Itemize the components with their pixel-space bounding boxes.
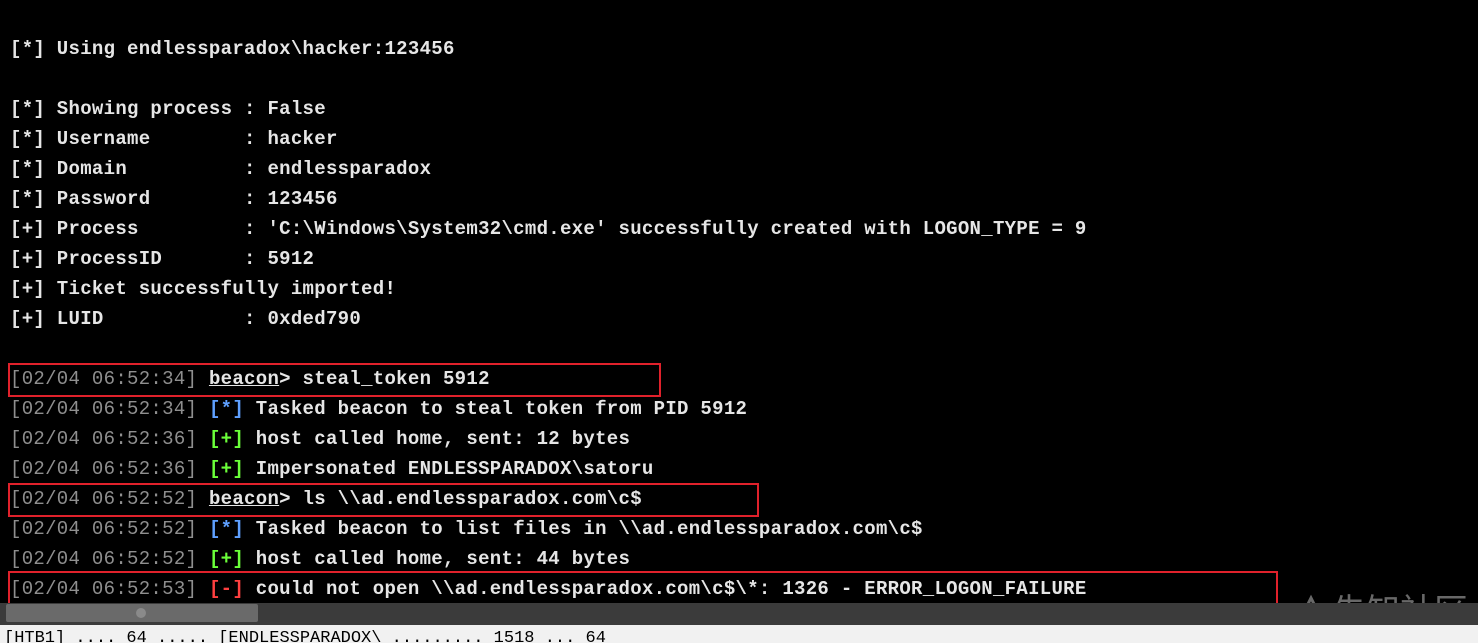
terminal-line: [*] Password : 123456 (10, 188, 338, 210)
status-bar: [HTB1] .... 64 ..... [ENDLESSPARADOX\ ..… (0, 625, 1478, 643)
terminal-line: [*] Using endlessparadox\hacker:123456 (10, 38, 455, 60)
terminal-line: [*] Username : hacker (10, 128, 338, 150)
terminal-line: [+] Ticket successfully imported! (10, 278, 397, 300)
status-bar-text: [HTB1] .... 64 ..... [ENDLESSPARADOX\ ..… (4, 629, 606, 643)
terminal-line: [+] ProcessID : 5912 (10, 248, 315, 270)
beacon-output-line: [02/04 06:52:34] [*] Tasked beacon to st… (10, 398, 748, 420)
terminal-line: [+] LUID : 0xded790 (10, 308, 362, 330)
terminal-line: [+] Process : 'C:\Windows\System32\cmd.e… (10, 218, 1087, 240)
terminal-line: [*] Domain : endlessparadox (10, 158, 432, 180)
beacon-output-line: [02/04 06:52:36] [+] Impersonated ENDLES… (10, 458, 654, 480)
terminal-output: [*] Using endlessparadox\hacker:123456 [… (0, 0, 1478, 643)
highlight-box-steal-token (8, 363, 661, 397)
beacon-output-line: [02/04 06:52:52] [*] Tasked beacon to li… (10, 518, 923, 540)
highlight-box-ls-command (8, 483, 759, 517)
beacon-output-line: [02/04 06:52:36] [+] host called home, s… (10, 428, 631, 450)
terminal-line: [*] Showing process : False (10, 98, 326, 120)
scrollbar-grip-icon (136, 608, 146, 618)
scrollbar-thumb[interactable] (6, 604, 258, 622)
beacon-output-line: [02/04 06:52:52] [+] host called home, s… (10, 548, 631, 570)
